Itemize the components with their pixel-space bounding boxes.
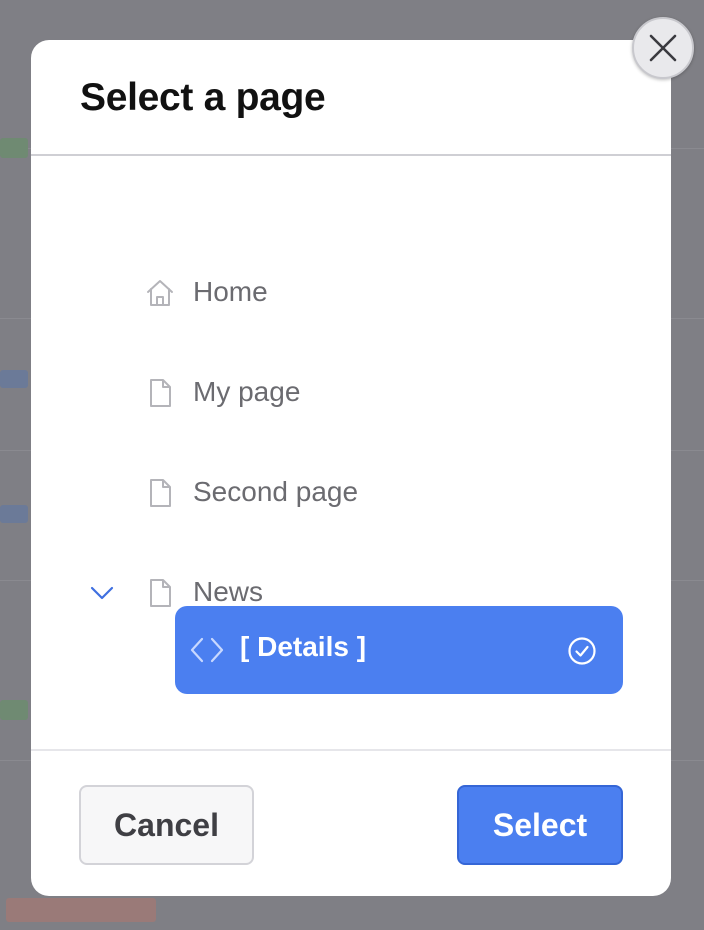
tree-item-my-page[interactable]: My page bbox=[31, 362, 671, 422]
background-fragment bbox=[6, 898, 156, 922]
dialog-title: Select a page bbox=[80, 76, 326, 119]
background-fragment bbox=[0, 505, 28, 523]
close-button[interactable] bbox=[632, 17, 694, 79]
background-fragment bbox=[0, 370, 28, 388]
background-fragment bbox=[0, 700, 28, 720]
tree-item-home[interactable]: Home bbox=[31, 262, 671, 322]
code-icon bbox=[189, 634, 225, 666]
tree-item-label: My page bbox=[193, 376, 301, 407]
close-icon bbox=[649, 34, 677, 62]
tree-item-label: News bbox=[193, 576, 264, 607]
background-fragment bbox=[0, 138, 28, 158]
tree-item-label: Home bbox=[193, 276, 268, 307]
chevron-down-icon[interactable] bbox=[89, 580, 115, 606]
home-icon bbox=[145, 278, 175, 308]
select-page-dialog: Select a page Home My page Second page N… bbox=[31, 40, 671, 896]
dialog-footer: Cancel Select bbox=[31, 749, 671, 896]
check-circle-icon bbox=[567, 636, 597, 666]
dialog-header: Select a page bbox=[31, 40, 671, 156]
page-icon bbox=[145, 578, 175, 608]
page-icon bbox=[145, 478, 175, 508]
tree-item-label: Second page bbox=[193, 476, 359, 507]
select-button[interactable]: Select bbox=[457, 785, 623, 865]
tree-item-details-selected[interactable]: [ Details ] bbox=[175, 606, 623, 694]
tree-item-second-page[interactable]: Second page bbox=[31, 462, 671, 522]
page-icon bbox=[145, 378, 175, 408]
tree-item-label: [ Details ] bbox=[240, 631, 367, 662]
cancel-button[interactable]: Cancel bbox=[79, 785, 254, 865]
